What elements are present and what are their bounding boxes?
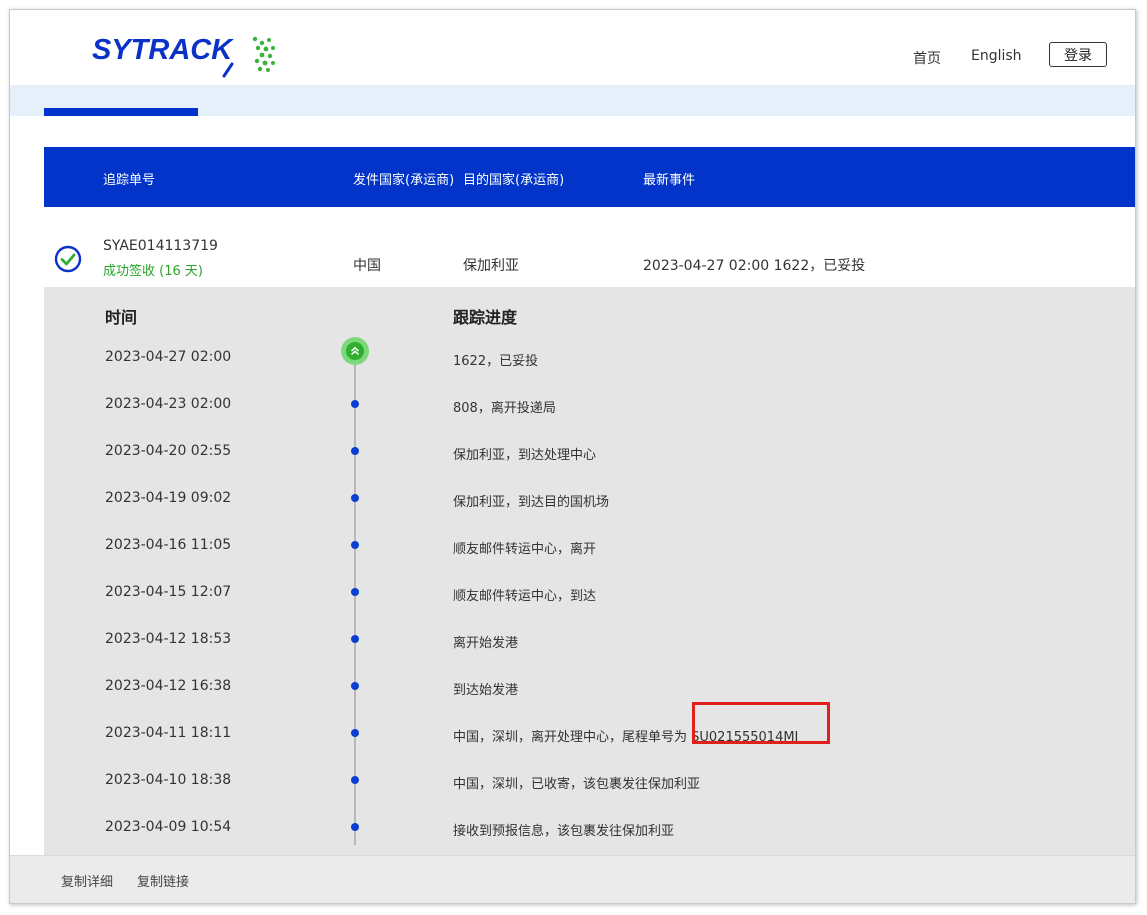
copy-link-link[interactable]: 复制链接 bbox=[137, 871, 189, 890]
time-column-title: 时间 bbox=[105, 308, 138, 327]
timeline-dot bbox=[351, 494, 359, 502]
event-description: 808，离开投递局 bbox=[453, 401, 556, 416]
header: SYTRACK 首页 English 登录 bbox=[10, 10, 1135, 85]
destination-country: 保加利亚 bbox=[463, 258, 519, 274]
timeline-event: 2023-04-09 10:54 接收到预报信息，该包裹发往保加利亚 bbox=[44, 819, 1135, 839]
timeline-event: 2023-04-19 09:02 保加利亚，到达目的国机场 bbox=[44, 490, 1135, 510]
event-time: 2023-04-19 09:02 bbox=[105, 490, 232, 506]
progress-column-title: 跟踪进度 bbox=[453, 308, 518, 327]
timeline-event: 2023-04-10 18:38 中国，深圳，已收寄，该包裹发往保加利亚 bbox=[44, 772, 1135, 792]
active-tab-indicator bbox=[44, 108, 198, 116]
origin-country: 中国 bbox=[353, 258, 381, 274]
event-time: 2023-04-09 10:54 bbox=[105, 819, 232, 835]
timeline-event: 2023-04-27 02:00 1622，已妥投 bbox=[44, 349, 1135, 369]
copy-details-link[interactable]: 复制详细 bbox=[61, 871, 113, 890]
header-origin-country: 发件国家(承运商) bbox=[353, 173, 455, 188]
event-description: 顺友邮件转运中心，到达 bbox=[453, 589, 597, 604]
latest-event: 2023-04-27 02:00 1622，已妥投 bbox=[643, 258, 866, 274]
timeline-dot bbox=[351, 447, 359, 455]
event-time: 2023-04-12 16:38 bbox=[105, 678, 232, 694]
event-time: 2023-04-10 18:38 bbox=[105, 772, 232, 788]
header-tracking-number: 追踪单号 bbox=[103, 173, 156, 188]
event-description: 保加利亚，到达目的国机场 bbox=[453, 495, 610, 510]
login-button[interactable]: 登录 bbox=[1049, 42, 1107, 67]
header-destination-country: 目的国家(承运商) bbox=[463, 173, 565, 188]
timeline-event: 2023-04-11 18:11 中国，深圳，离开处理中心，尾程单号为 SU02… bbox=[44, 725, 1135, 745]
check-circle-icon bbox=[54, 245, 82, 273]
sytrack-logo[interactable]: SYTRACK bbox=[92, 30, 282, 80]
timeline-event: 2023-04-23 02:00 808，离开投递局 bbox=[44, 396, 1135, 416]
nav-english-link[interactable]: English bbox=[971, 48, 1022, 64]
tracking-details-panel: 时间 跟踪进度 2023-04-27 02:00 1622，已妥投 2023-0… bbox=[44, 287, 1135, 855]
event-description: 保加利亚，到达处理中心 bbox=[453, 448, 597, 463]
event-description: 接收到预报信息，该包裹发往保加利亚 bbox=[453, 824, 675, 839]
event-time: 2023-04-15 12:07 bbox=[105, 584, 232, 600]
event-time: 2023-04-11 18:11 bbox=[105, 725, 232, 741]
event-description: 离开始发港 bbox=[453, 636, 519, 651]
timeline-dot bbox=[351, 588, 359, 596]
timeline-dot bbox=[351, 635, 359, 643]
timeline-event: 2023-04-16 11:05 顺友邮件转运中心，离开 bbox=[44, 537, 1135, 557]
timeline-dot bbox=[351, 729, 359, 737]
event-time: 2023-04-20 02:55 bbox=[105, 443, 232, 459]
timeline-dot bbox=[351, 823, 359, 831]
timeline-event: 2023-04-20 02:55 保加利亚，到达处理中心 bbox=[44, 443, 1135, 463]
header-latest-event: 最新事件 bbox=[643, 173, 696, 188]
event-time: 2023-04-12 18:53 bbox=[105, 631, 232, 647]
nav-home-link[interactable]: 首页 bbox=[913, 48, 941, 68]
footer-actions: 复制详细 复制链接 bbox=[10, 855, 1135, 903]
event-time: 2023-04-16 11:05 bbox=[105, 537, 232, 553]
results-table-header: 追踪单号 发件国家(承运商) 目的国家(承运商) 最新事件 bbox=[44, 147, 1135, 207]
tracking-page: SYTRACK 首页 English 登录 追踪单号 发件国家(承运商) 目的国… bbox=[9, 9, 1136, 904]
timeline-dot bbox=[351, 682, 359, 690]
event-time: 2023-04-27 02:00 bbox=[105, 349, 232, 365]
timeline-dot bbox=[351, 541, 359, 549]
highlight-box bbox=[692, 702, 830, 744]
event-description: 中国，深圳，已收寄，该包裹发往保加利亚 bbox=[453, 777, 701, 792]
tracking-number[interactable]: SYAE014113719 bbox=[103, 238, 218, 254]
status-badge: 成功签收 (16 天) bbox=[103, 264, 203, 279]
timeline-event: 2023-04-15 12:07 顺友邮件转运中心，到达 bbox=[44, 584, 1135, 604]
timeline-dot bbox=[351, 776, 359, 784]
timeline-event: 2023-04-12 18:53 离开始发港 bbox=[44, 631, 1135, 651]
tracking-result-row[interactable]: SYAE014113719 成功签收 (16 天) 中国 保加利亚 2023-0… bbox=[44, 207, 1135, 287]
timeline-event: 2023-04-12 16:38 到达始发港 bbox=[44, 678, 1135, 698]
event-description: 到达始发港 bbox=[453, 683, 519, 698]
event-description: 1622，已妥投 bbox=[453, 354, 539, 369]
timeline-dot bbox=[351, 400, 359, 408]
logo-text: SYTRACK bbox=[92, 34, 234, 66]
event-time: 2023-04-23 02:00 bbox=[105, 396, 232, 412]
event-description: 顺友邮件转运中心，离开 bbox=[453, 542, 597, 557]
